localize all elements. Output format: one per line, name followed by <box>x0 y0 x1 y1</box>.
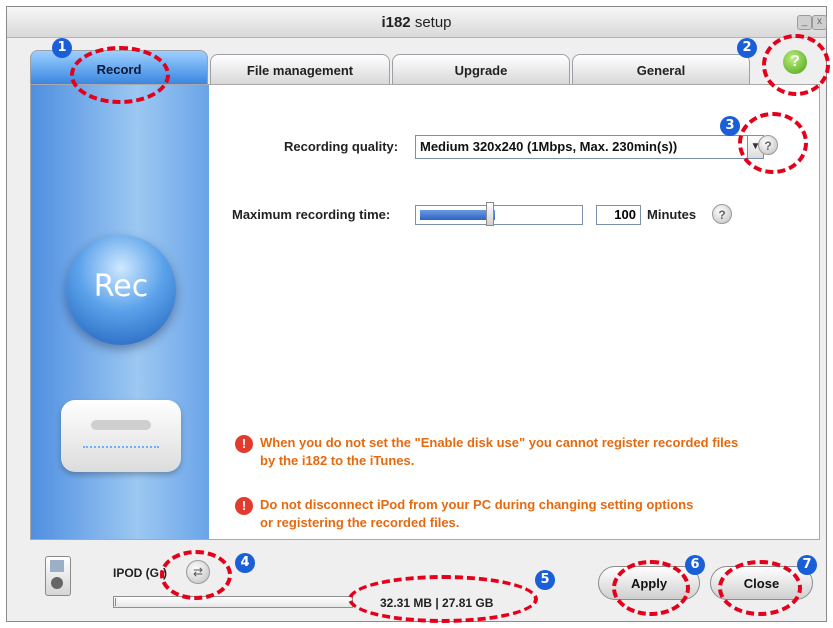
rec-logo: Rec <box>66 235 176 345</box>
slider-fill <box>420 210 495 220</box>
warning-message: When you do not set the "Enable disk use… <box>260 434 738 470</box>
warning-line: When you do not set the "Enable disk use… <box>260 435 739 450</box>
rec-logo-text: Rec <box>93 269 149 304</box>
tab-upgrade[interactable]: Upgrade <box>392 54 570 84</box>
window-title-brand: i182 <box>381 14 411 31</box>
callout-badge: 7 <box>797 555 817 575</box>
close-window-button[interactable]: x <box>812 15 827 30</box>
recording-quality-select[interactable]: Medium 320x240 (1Mbps, Max. 230min(s)) <box>415 135 748 159</box>
i182-device-image <box>61 400 181 472</box>
device-lights <box>83 446 159 450</box>
device-slot <box>91 420 151 430</box>
max-recording-time-label: Maximum recording time: <box>232 207 391 222</box>
callout-badge: 4 <box>235 553 255 573</box>
warning-line: or registering the recorded files. <box>260 515 460 530</box>
callout-badge: 5 <box>535 570 555 590</box>
max-recording-time-slider[interactable] <box>415 205 583 225</box>
device-label: IPOD (G:) <box>113 566 167 580</box>
callout-badge: 3 <box>720 116 740 136</box>
ipod-icon <box>45 556 71 596</box>
storage-usage-bar <box>113 596 353 608</box>
exclamation-icon: ! <box>235 497 253 515</box>
title-bar[interactable]: i182 setup _ x <box>7 7 827 38</box>
warning-line: by the i182 to the iTunes. <box>260 453 415 468</box>
question-icon: ? <box>718 208 726 222</box>
window-title-suffix: setup <box>410 14 452 31</box>
callout-ring <box>348 575 538 623</box>
tab-file-management[interactable]: File management <box>210 54 390 84</box>
max-time-help-button[interactable]: ? <box>712 204 732 224</box>
callout-ring <box>612 560 690 616</box>
window-title: i182 setup <box>7 14 826 31</box>
tab-general[interactable]: General <box>572 54 750 84</box>
storage-used-fill <box>115 598 116 606</box>
callout-ring <box>762 34 830 96</box>
minutes-input[interactable]: 100 <box>596 205 641 225</box>
warning-message: Do not disconnect iPod from your PC duri… <box>260 496 693 532</box>
callout-ring <box>718 560 802 616</box>
callout-badge: 1 <box>52 38 72 58</box>
minimize-button[interactable]: _ <box>797 15 812 30</box>
exclamation-icon: ! <box>235 435 253 453</box>
callout-ring <box>738 112 808 174</box>
warning-line: Do not disconnect iPod from your PC duri… <box>260 497 694 512</box>
callout-ring <box>70 46 170 104</box>
callout-badge: 2 <box>737 38 757 58</box>
callout-badge: 6 <box>685 555 705 575</box>
minutes-unit-label: Minutes <box>647 207 697 222</box>
side-banner: Rec <box>31 85 209 539</box>
recording-quality-label: Recording quality: <box>284 139 399 154</box>
slider-thumb[interactable] <box>486 202 494 226</box>
callout-ring <box>160 550 232 600</box>
